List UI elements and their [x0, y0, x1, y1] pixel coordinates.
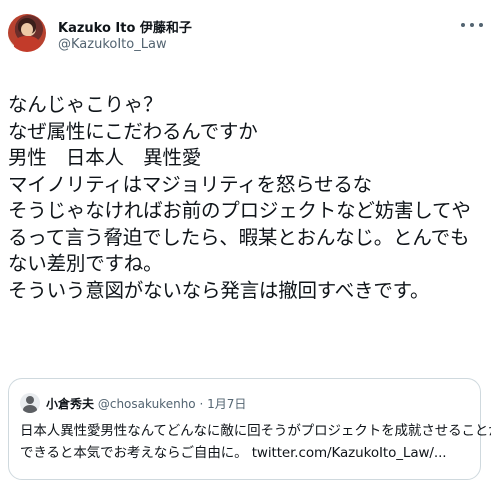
more-options-icon[interactable]: [461, 18, 483, 32]
tweet-line: ない差別ですね。: [8, 252, 163, 275]
header-separator: ·: [199, 397, 204, 411]
tweet-card: Kazuko Ito 伊藤和子 @KazukoIto_Law なんじゃこりゃ？ …: [0, 0, 491, 491]
more-dot: [470, 23, 474, 27]
quoted-tweet-body: 日本人異性愛男性なんてどんなに敵に回そうがプロジェクトを成就させることが できる…: [20, 420, 491, 464]
more-dot: [461, 23, 465, 27]
quoted-author-handle[interactable]: @chosakukenho: [98, 397, 196, 411]
quoted-tweet-header: 小倉秀夫 @chosakukenho · 1月7日: [46, 395, 246, 412]
tweet-line: そうじゃなければお前のプロジェクトなど妨害してや: [8, 199, 471, 222]
quoted-author-avatar[interactable]: [20, 393, 40, 413]
tweet-line: なんじゃこりゃ？: [8, 93, 163, 116]
author-handle[interactable]: @KazukoIto_Law: [58, 37, 167, 52]
tweet-line: なぜ属性にこだわるんですか: [8, 119, 258, 143]
tweet-line: マイノリティはマジョリティを怒らせるな: [8, 172, 372, 196]
author-avatar[interactable]: [8, 14, 46, 52]
tweet-body: なんじゃこりゃ？ なぜ属性にこだわるんですか 男性 日本人 異性愛 マイノリティ…: [8, 92, 478, 304]
quoted-author-name[interactable]: 小倉秀夫: [46, 397, 94, 411]
avatar-body: [23, 405, 37, 413]
quoted-tweet[interactable]: 小倉秀夫 @chosakukenho · 1月7日 日本人異性愛男性なんてどんな…: [8, 378, 491, 480]
tweet-line: るって言う脅迫でしたら、暇某とおんなじ。とんでも: [8, 225, 470, 249]
more-dot: [479, 23, 483, 27]
avatar-face: [21, 23, 33, 36]
quoted-tweet-line: できると本気でお考えならご自由に。 twitter.com/KazukoIto_…: [20, 445, 447, 461]
avatar-dress: [14, 36, 40, 52]
quoted-tweet-date[interactable]: 1月7日: [207, 397, 246, 411]
tweet-line: そういう意図がないなら発言は撤回すべきです。: [8, 278, 430, 302]
quoted-tweet-line: 日本人異性愛男性なんてどんなに敵に回そうがプロジェクトを成就させることが: [20, 423, 491, 439]
avatar-head: [26, 396, 34, 404]
tweet-line: 男性 日本人 異性愛: [8, 146, 202, 169]
author-display-name[interactable]: Kazuko Ito 伊藤和子: [58, 17, 192, 36]
